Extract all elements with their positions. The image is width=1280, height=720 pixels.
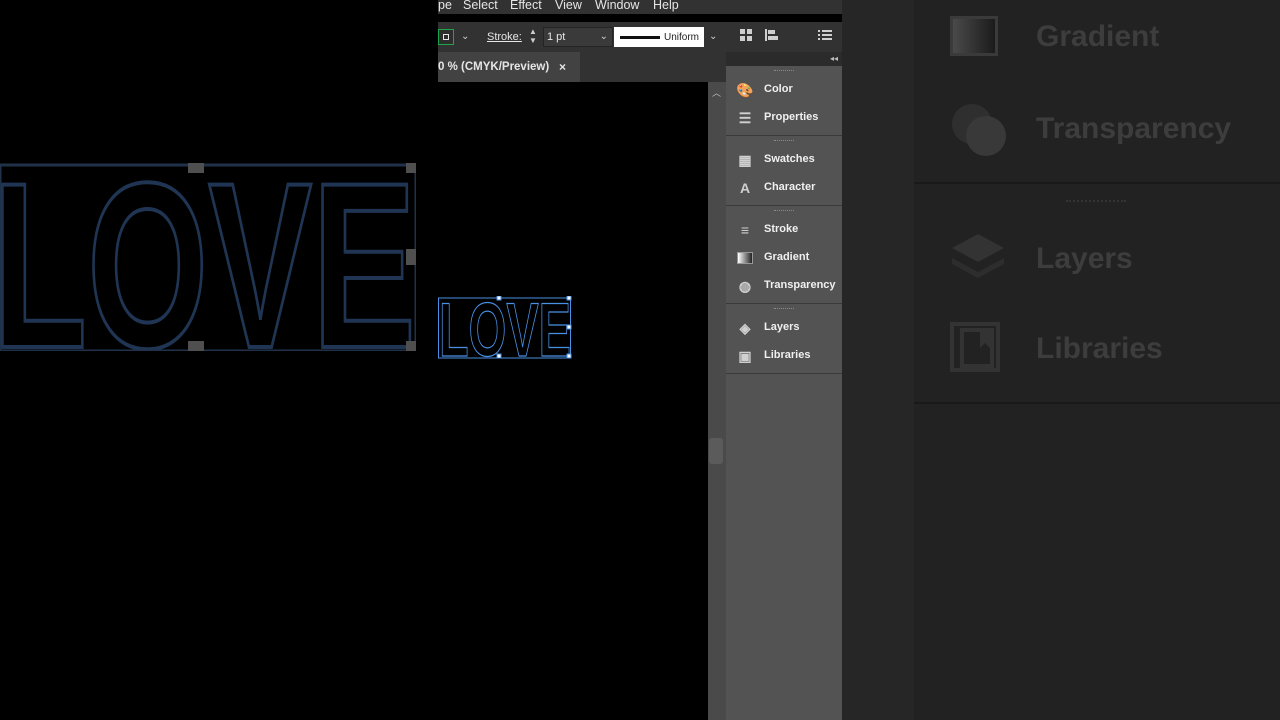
panel-properties[interactable]: ☰ Properties — [726, 104, 842, 132]
love-text: LOVE — [439, 296, 571, 362]
menu-window[interactable]: Window — [595, 0, 639, 12]
handle-top — [496, 296, 502, 301]
handle-bottom-right — [566, 353, 572, 359]
love-artwork[interactable]: LOVE — [438, 296, 578, 362]
stroke-stepper-icon[interactable]: ▲ ▼ — [529, 27, 537, 45]
align-left-icon[interactable] — [764, 28, 782, 42]
panel-swatches-label: Swatches — [764, 153, 815, 165]
big-love-text: LOVE — [0, 163, 416, 351]
panel-group-1: 🎨 Color ☰ Properties — [726, 66, 842, 136]
transparency-circles-icon: ◍ — [738, 278, 752, 294]
panel-transparency[interactable]: ◍ Transparency — [726, 272, 842, 300]
close-icon[interactable]: × — [559, 60, 566, 74]
big-handle-bottom — [188, 341, 204, 351]
fill-chevron-down-icon[interactable]: ⌄ — [461, 31, 469, 42]
document-tab-title: 0 % (CMYK/Preview) — [438, 61, 550, 73]
character-type-icon: A — [739, 180, 751, 196]
zoom-transparency-label: Transparency — [1036, 112, 1232, 145]
scroll-up-arrow-icon[interactable]: ︿ — [712, 86, 721, 99]
zoom-layers-icon — [952, 234, 1004, 278]
profile-chevron-down-icon[interactable]: ⌄ — [709, 31, 717, 42]
swatches-grid-icon: ▦ — [738, 152, 752, 168]
panel-gradient-label: Gradient — [764, 251, 810, 263]
sliders-icon: ☰ — [738, 110, 752, 126]
zoom-transparency-icon — [952, 104, 1006, 156]
big-handle-bottom-right — [406, 341, 416, 351]
zoom-layers-label: Layers — [1036, 242, 1133, 275]
control-bar: ⌄ Stroke: ▲ ▼ 1 pt ⌄ Uniform ⌄ — [438, 22, 842, 52]
document-tab[interactable]: 0 % (CMYK/Preview) × — [438, 52, 580, 82]
panel-transparency-label: Transparency — [764, 279, 836, 291]
menu-bar: pe Select Effect View Window Help — [438, 0, 842, 14]
color-palette-icon: 🎨 — [736, 82, 754, 98]
align-grid-icon[interactable] — [739, 28, 753, 42]
menu-type[interactable]: pe — [438, 0, 452, 12]
zoom-separator — [914, 182, 1280, 184]
dock-collapse-grip[interactable]: ◂◂ — [726, 52, 842, 66]
panel-stroke-label: Stroke — [764, 223, 799, 235]
stroke-weight-field[interactable]: 1 pt ⌄ — [543, 27, 613, 47]
stroke-chevron-down-icon[interactable]: ⌄ — [600, 31, 608, 42]
panel-character-label: Character — [764, 181, 816, 193]
handle-bottom — [496, 353, 502, 359]
panel-color-label: Color — [764, 83, 793, 95]
menu-effect[interactable]: Effect — [510, 0, 542, 12]
gradient-icon — [736, 250, 754, 266]
big-handle-top — [188, 163, 204, 173]
group-grip-icon[interactable] — [774, 70, 794, 73]
stroke-weight-value: 1 pt — [547, 31, 566, 43]
zoom-gradient-icon — [950, 16, 998, 56]
panel-dock: ◂◂ 🎨 Color ☰ Properties ▦ Swatches A Cha… — [726, 52, 842, 720]
handle-top-right — [566, 296, 572, 301]
stroke-profile-dropdown[interactable]: Uniform — [614, 27, 704, 47]
panel-gradient[interactable]: Gradient — [726, 244, 842, 272]
panel-group-2: ▦ Swatches A Character — [726, 136, 842, 206]
handle-right — [566, 324, 572, 330]
group-grip-icon[interactable] — [774, 308, 794, 311]
zoom-preview-panels: Gradient Transparency Layers Libraries — [842, 0, 1280, 720]
artboard-canvas[interactable]: LOVE — [438, 82, 708, 720]
panel-stroke[interactable]: ≡ Stroke — [726, 216, 842, 244]
panel-group-3: ≡ Stroke Gradient ◍ Transparency — [726, 206, 842, 304]
panel-group-4: ◈ Layers ▣ Libraries — [726, 304, 842, 374]
zoom-separator-2 — [914, 402, 1280, 404]
panel-layers-label: Layers — [764, 321, 800, 333]
scroll-thumb[interactable] — [709, 438, 723, 464]
panel-libraries[interactable]: ▣ Libraries — [726, 342, 842, 370]
illustrator-window: pe Select Effect View Window Help ⌄ Stro… — [438, 0, 842, 720]
panel-layers[interactable]: ◈ Layers — [726, 314, 842, 342]
stroke-label[interactable]: Stroke: — [487, 31, 522, 43]
zoom-libraries-icon — [950, 322, 1000, 372]
menu-select[interactable]: Select — [463, 0, 498, 12]
stroke-profile-label: Uniform — [664, 32, 700, 43]
panel-color[interactable]: 🎨 Color — [726, 76, 842, 104]
group-grip-icon[interactable] — [774, 210, 794, 213]
stroke-lines-icon: ≡ — [740, 222, 750, 238]
big-love-artwork: LOVE — [0, 163, 416, 351]
menu-view[interactable]: View — [555, 0, 582, 12]
panel-libraries-label: Libraries — [764, 349, 811, 361]
big-handle-top-right — [406, 163, 416, 173]
zoom-libraries-label: Libraries — [1036, 332, 1163, 365]
collapse-arrows-icon[interactable]: ◂◂ — [830, 54, 838, 63]
libraries-book-icon: ▣ — [738, 348, 752, 364]
stroke-line-preview — [620, 36, 660, 39]
panel-character[interactable]: A Character — [726, 174, 842, 202]
panel-properties-label: Properties — [764, 111, 819, 123]
fill-swatch[interactable] — [438, 29, 454, 45]
panel-swatches[interactable]: ▦ Swatches — [726, 146, 842, 174]
layers-stack-icon: ◈ — [739, 320, 751, 336]
menu-help[interactable]: Help — [653, 0, 679, 12]
zoom-gradient-label: Gradient — [1036, 20, 1160, 53]
zoom-panel-dock: Gradient Transparency Layers Libraries — [914, 0, 1280, 720]
zoom-group-grip-icon — [1066, 200, 1126, 202]
zoom-scrollbar-strip — [842, 0, 914, 720]
vertical-scrollbar[interactable]: ︿ — [708, 82, 726, 720]
group-grip-icon[interactable] — [774, 140, 794, 143]
zoom-preview-artwork: LOVE — [0, 0, 438, 720]
panel-menu-icon[interactable] — [818, 28, 832, 42]
big-handle-right — [406, 249, 416, 265]
